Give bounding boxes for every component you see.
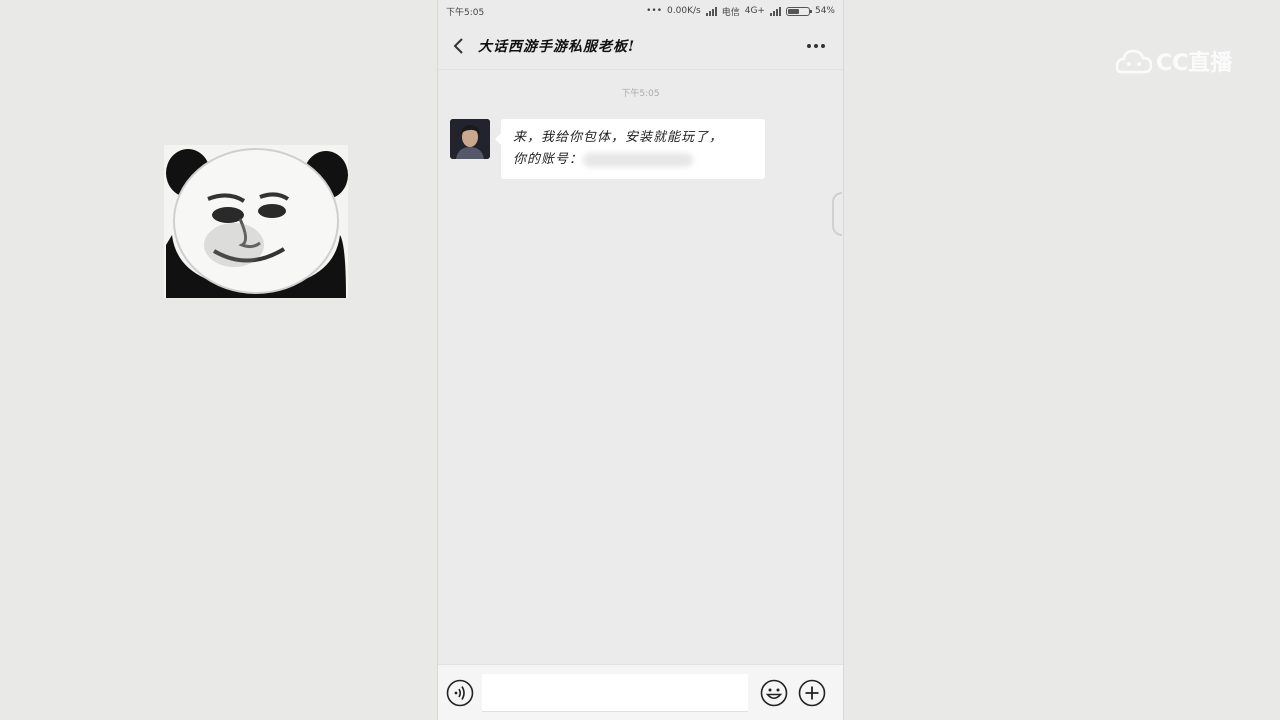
input-bar [438,664,843,720]
cc-live-watermark: CC直播 [1116,44,1232,78]
message-line-1: 来，我给你包体，安装就能玩了， [513,130,724,145]
side-scroll-handle[interactable] [832,192,842,236]
chat-header: 大话西游手游私服老板! [438,22,843,70]
chat-title: 大话西游手游私服老板! [478,38,636,55]
battery-percent: 54% [814,6,835,16]
carrier-name: 电信 [721,7,740,18]
message-timestamp: 下午5:05 [621,89,660,99]
network-type: 4G+ [744,6,765,16]
voice-icon [446,679,474,706]
status-bar: 下午5:05 ••• 0.00K/s 电信 4G+ 54% [438,0,843,22]
signal-icon-2 [769,6,781,16]
message-line-2: 你的账号： [513,149,753,171]
message-line-2-text: 你的账号： [513,152,584,167]
phone-screen: 下午5:05 ••• 0.00K/s 电信 4G+ 54% 大话西游手游私服老板… [437,0,844,720]
contact-avatar[interactable] [450,119,490,159]
more-dots-icon [807,43,825,48]
back-button[interactable] [438,22,478,70]
blurred-account [583,152,694,167]
emoji-button[interactable] [758,679,790,707]
message-row: 来，我给你包体，安装就能玩了， 你的账号： [450,119,765,179]
emoji-icon [760,679,788,706]
more-options-button[interactable] [789,22,843,70]
net-speed: 0.00K/s [667,6,701,16]
status-time: 下午5:05 [446,7,485,18]
signal-icon [705,6,717,16]
chevron-left-icon [453,37,463,54]
cloud-logo-icon [1116,49,1152,74]
battery-icon [785,6,812,16]
panda-meme-sticker [164,145,348,298]
message-bubble[interactable]: 来，我给你包体，安装就能玩了， 你的账号： [495,119,765,179]
more-indicator-icon: ••• [646,6,663,16]
message-input[interactable] [482,673,748,712]
plus-icon [798,679,826,706]
watermark-text: CC直播 [1156,51,1233,76]
voice-button[interactable] [438,679,482,707]
status-indicators: ••• 0.00K/s 电信 4G+ 54% [646,5,835,18]
plus-button[interactable] [796,679,828,707]
